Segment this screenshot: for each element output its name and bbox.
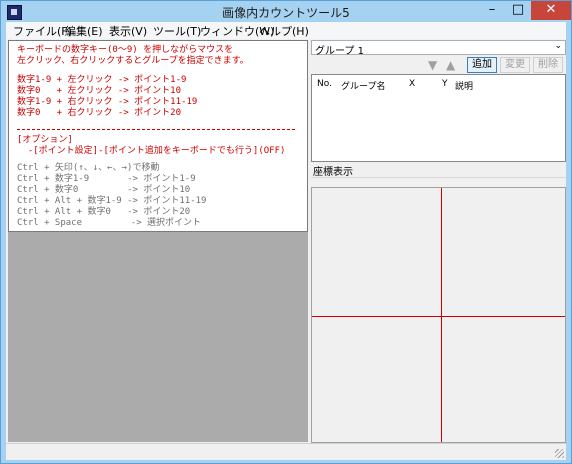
help-keyboard-3: Ctrl + 数字0 -> ポイント10 [17,185,191,195]
group-dropdown[interactable]: グループ 1 ⌄ [311,40,566,57]
help-keyboard-5: Ctrl + Alt + 数字0 -> ポイント20 [17,207,191,217]
column-group-name[interactable]: グループ名 [341,79,385,92]
menu-file[interactable]: ファイル(F) [13,23,72,39]
menu-bar: ファイル(F) 編集(E) 表示(V) ツール(T) ウィンドウ(W) ヘルプ(… [6,22,566,40]
menu-tools[interactable]: ツール(T) [153,23,201,39]
help-option-header: [オプション] [17,135,73,145]
chevron-down-icon: ⌄ [554,41,562,51]
column-description[interactable]: 説明 [455,79,473,92]
group-dropdown-value: グループ 1 [315,46,364,57]
help-mapping-4: 数字0 + 右クリック -> ポイント20 [17,108,182,118]
help-mapping-1: 数字1-9 + 左クリック -> ポイント1-9 [17,75,187,85]
minimize-button[interactable]: – [479,1,505,20]
crosshair-vertical [441,188,442,442]
zoom-preview[interactable] [311,187,566,443]
maximize-button[interactable]: □ [505,1,531,20]
app-window: 画像内カウントツール5 – □ ✕ ファイル(F) 編集(E) 表示(V) ツー… [0,0,572,464]
help-mapping-2: 数字0 + 左クリック -> ポイント10 [17,86,182,96]
resize-grip-icon[interactable] [555,449,564,458]
help-text-box: キーボードの数字キー(0～9) を押しながらマウスを 左クリック、右クリックする… [8,40,308,232]
point-list[interactable]: No. グループ名 X Y 説明 [311,74,566,162]
help-mapping-3: 数字1-9 + 右クリック -> ポイント11-19 [17,97,198,107]
help-keyboard-4: Ctrl + Alt + 数字1-9 -> ポイント11-19 [17,196,207,206]
crosshair-horizontal [312,316,565,317]
menu-help[interactable]: ヘルプ(H) [259,23,309,39]
help-keyboard-1: Ctrl + 矢印(↑、↓、←、→)で移動 [17,163,160,173]
column-no[interactable]: No. [317,79,332,89]
help-keyboard-2: Ctrl + 数字1-9 -> ポイント1-9 [17,174,196,184]
move-up-icon[interactable]: ▲ [446,58,455,72]
title-bar[interactable]: 画像内カウントツール5 – □ ✕ [1,1,571,21]
menu-view[interactable]: 表示(V) [109,23,147,39]
group-toolbar: ▼ ▲ 追加 変更 削除 [311,56,566,74]
column-y[interactable]: Y [442,79,448,89]
help-divider [17,129,295,130]
coordinate-label: 座標表示 [313,167,353,178]
help-intro-line-2: 左クリック、右クリックするとグループを指定できます。 [17,56,249,66]
column-x[interactable]: X [409,79,415,89]
image-view-pane[interactable]: キーボードの数字キー(0～9) を押しながらマウスを 左クリック、右クリックする… [8,40,308,442]
menu-edit[interactable]: 編集(E) [65,23,103,39]
client-area: キーボードの数字キー(0～9) を押しながらマウスを 左クリック、右クリックする… [6,39,566,460]
close-button[interactable]: ✕ [531,1,571,20]
edit-button[interactable]: 変更 [500,57,530,73]
right-panel: グループ 1 ⌄ ▼ ▲ 追加 変更 削除 No. グループ名 X Y 説明 座… [311,39,566,443]
add-button[interactable]: 追加 [467,57,497,73]
help-intro-line-1: キーボードの数字キー(0～9) を押しながらマウスを [17,45,234,55]
delete-button[interactable]: 削除 [533,57,563,73]
help-keyboard-6: Ctrl + Space -> 選択ポイント [17,218,202,228]
help-option-line: -[ポイント設定]-[ポイント追加をキーボードでも行う](OFF) [17,146,286,156]
move-down-icon[interactable]: ▼ [428,58,437,72]
status-bar [6,443,566,460]
